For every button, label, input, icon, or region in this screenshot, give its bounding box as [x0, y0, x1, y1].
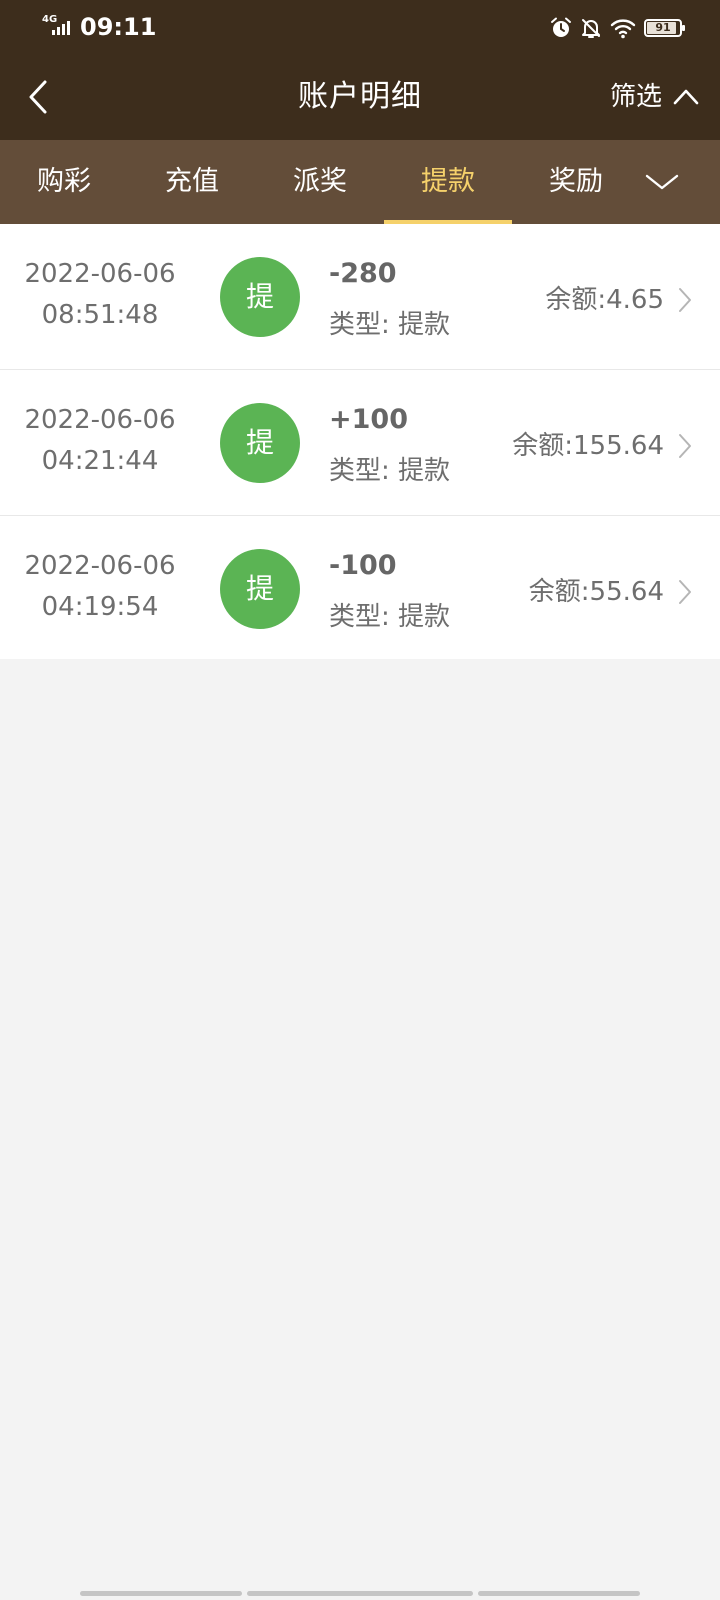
chevron-up-icon [673, 89, 699, 105]
tab-recharge[interactable]: 充值 [128, 140, 256, 224]
filter-button[interactable]: 筛选 [610, 76, 700, 118]
transaction-balance: 余额:4.65 [545, 285, 664, 315]
transaction-row[interactable]: 2022-06-06 04:19:54 提 -100 类型: 提款 余额:55.… [0, 516, 720, 659]
chevron-right-icon [679, 288, 691, 312]
transaction-datetime: 2022-06-06 08:51:48 [0, 254, 200, 336]
transaction-time: 04:21:44 [41, 446, 159, 476]
gesture-bar-right [478, 1591, 640, 1596]
network-type: 4G [42, 14, 58, 25]
transaction-type: 类型: 提款 [329, 602, 451, 632]
transaction-balance: 余额:55.64 [528, 577, 664, 607]
transaction-row[interactable]: 2022-06-06 04:21:44 提 +100 类型: 提款 余额:155… [0, 370, 720, 516]
transaction-amount: -280 [329, 258, 397, 289]
chevron-down-icon [645, 174, 679, 190]
transaction-date: 2022-06-06 [24, 259, 176, 289]
transaction-datetime: 2022-06-06 04:21:44 [0, 400, 200, 482]
transaction-datetime: 2022-06-06 04:19:54 [0, 546, 200, 628]
withdrawal-badge: 提 [220, 403, 300, 483]
transaction-time: 08:51:48 [41, 300, 159, 330]
transaction-type: 类型: 提款 [329, 310, 451, 340]
transaction-list: 2022-06-06 08:51:48 提 -280 类型: 提款 余额:4.6… [0, 224, 720, 659]
alarm-icon [551, 17, 571, 37]
tab-purchase[interactable]: 购彩 [0, 140, 128, 224]
bell-off-icon [582, 19, 600, 38]
transaction-row[interactable]: 2022-06-06 08:51:48 提 -280 类型: 提款 余额:4.6… [0, 224, 720, 370]
withdrawal-badge: 提 [220, 549, 300, 629]
navigation-bar: 账户明细 筛选 [0, 56, 720, 140]
transaction-date: 2022-06-06 [24, 405, 176, 435]
tab-payout[interactable]: 派奖 [256, 140, 384, 224]
tab-withdrawal[interactable]: 提款 [384, 140, 512, 224]
status-bar: 4G 09:11 91 [0, 0, 720, 56]
transaction-type: 类型: 提款 [329, 456, 451, 486]
chevron-right-icon [679, 434, 691, 458]
filter-label: 筛选 [609, 82, 662, 112]
transaction-date: 2022-06-06 [24, 551, 176, 581]
battery-indicator: 91 [644, 19, 685, 37]
status-icons: 91 [550, 14, 685, 42]
cellular-signal-icon: 4G [42, 15, 74, 39]
withdrawal-badge: 提 [220, 257, 300, 337]
transaction-time: 04:19:54 [41, 592, 159, 622]
transaction-balance: 余额:155.64 [512, 431, 664, 461]
chevron-right-icon [679, 580, 691, 604]
transaction-amount: +100 [329, 404, 408, 435]
category-tabs: 购彩 充值 派奖 提款 奖励 [0, 140, 720, 224]
status-time: 09:11 [80, 13, 157, 41]
wifi-icon [610, 19, 636, 39]
gesture-bar-center [247, 1591, 473, 1596]
gesture-bar-left [80, 1591, 242, 1596]
tab-reward[interactable]: 奖励 [512, 140, 640, 224]
battery-level: 91 [655, 21, 671, 34]
more-tabs-button[interactable] [640, 164, 684, 200]
transaction-amount: -100 [329, 550, 397, 581]
